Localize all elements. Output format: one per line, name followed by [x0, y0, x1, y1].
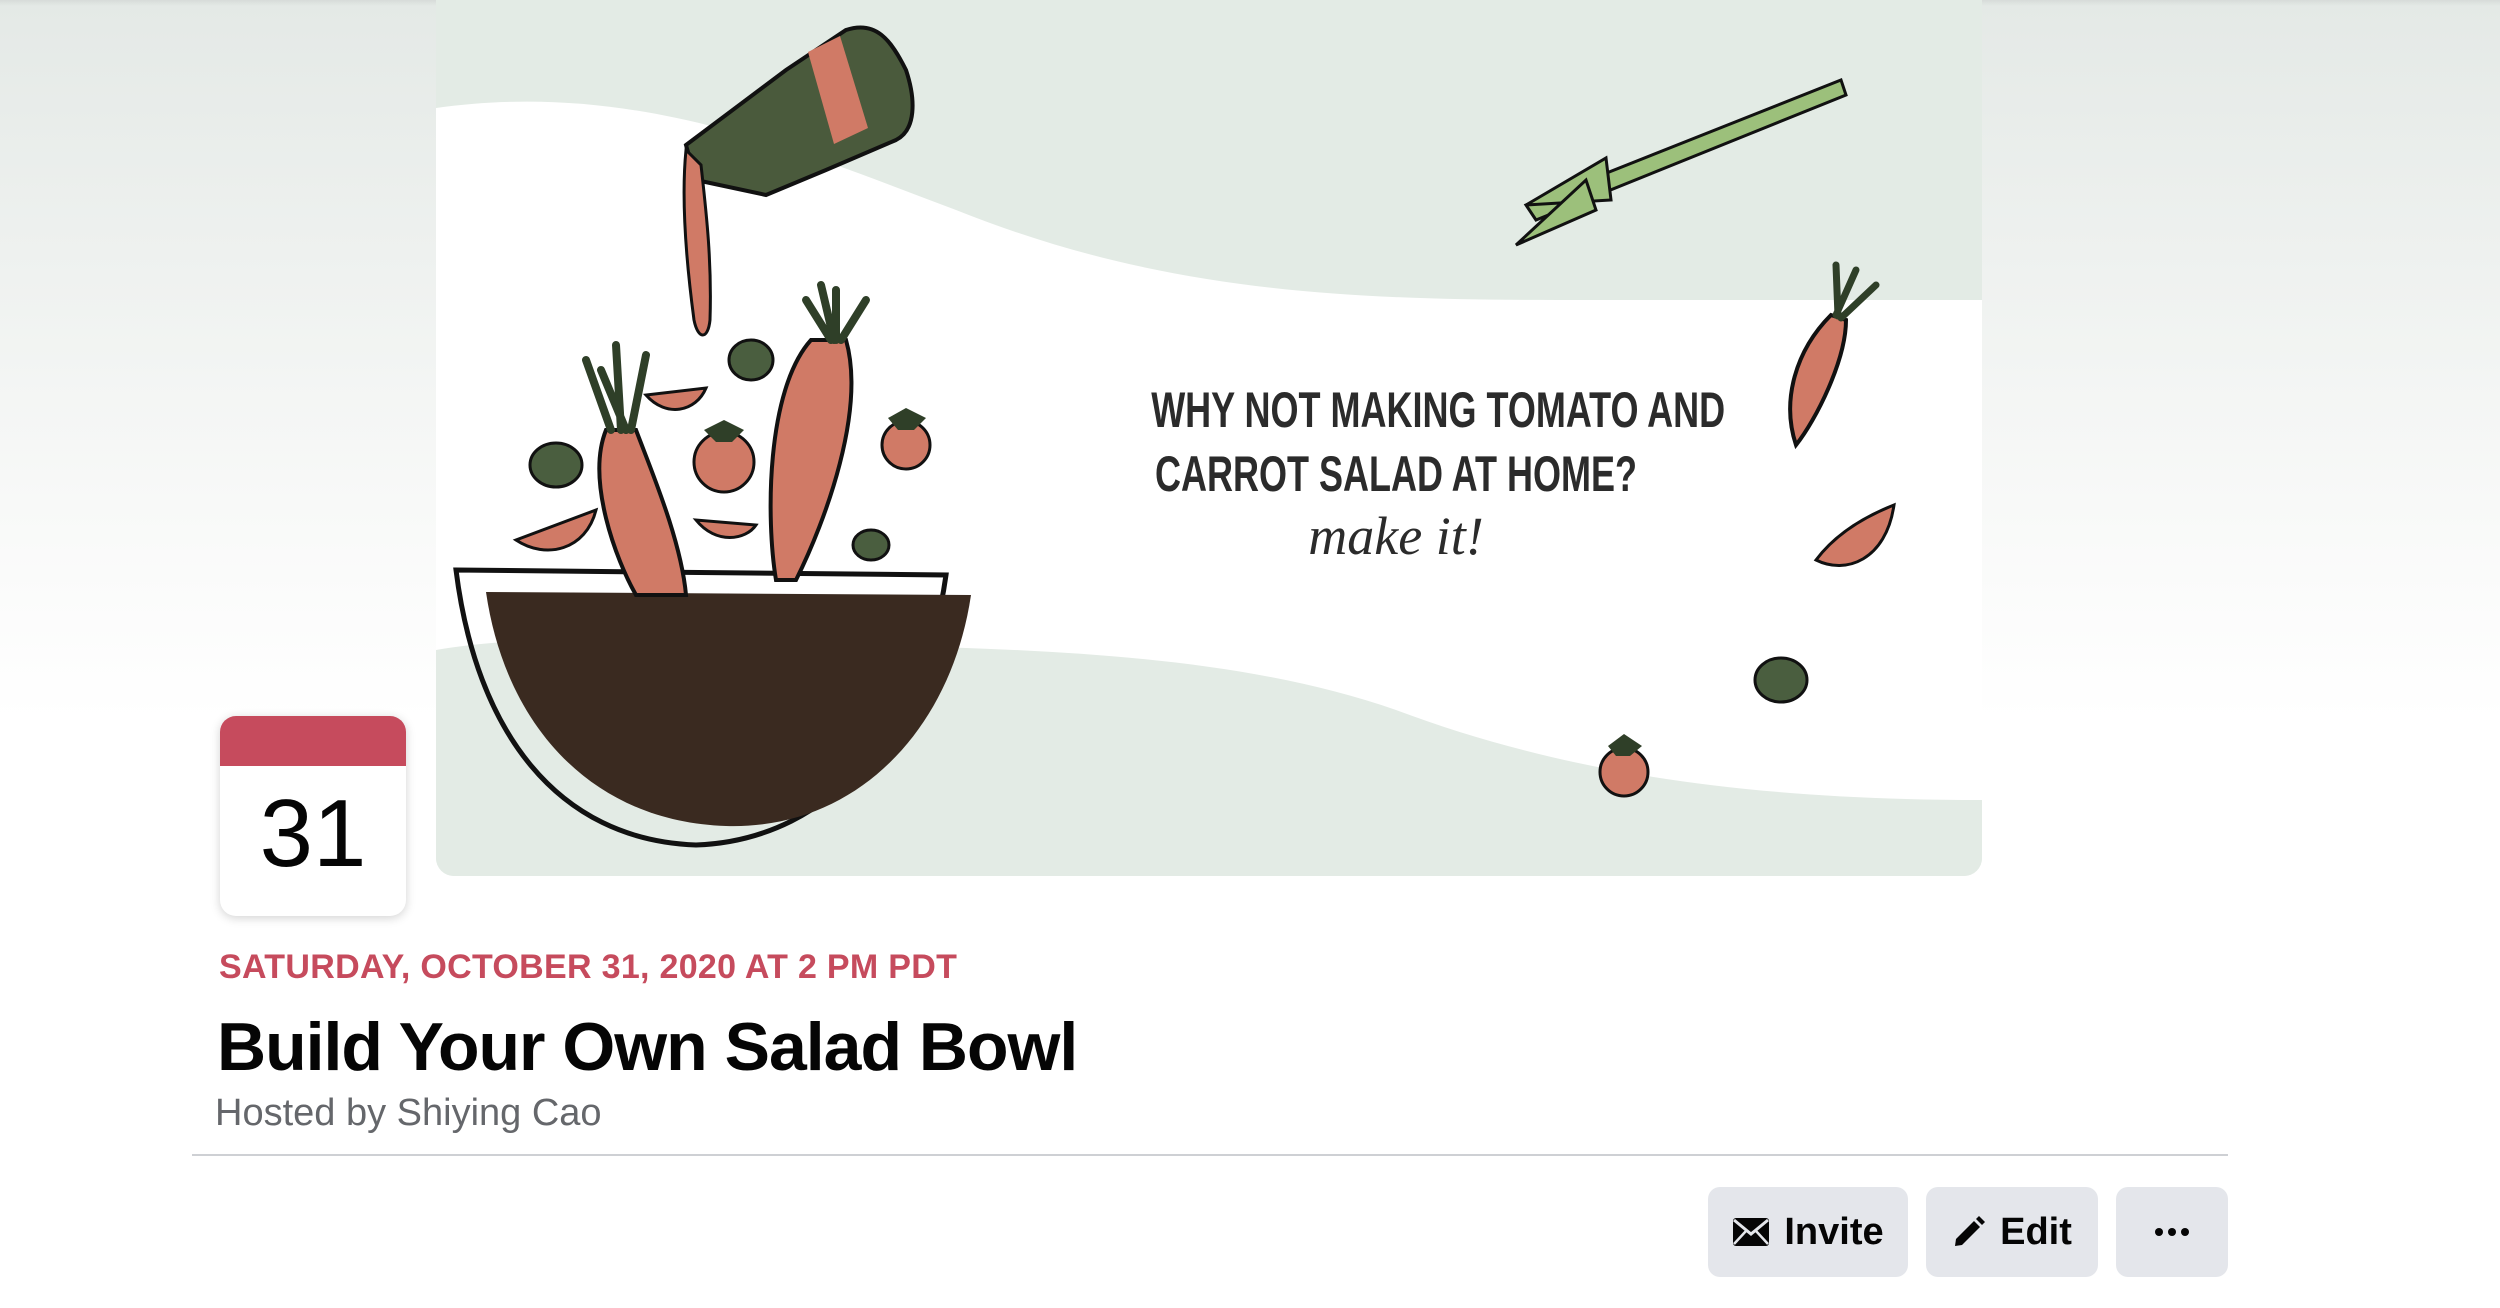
cover-headline-line-2: CARROT SALAD AT HOME?	[1155, 446, 1637, 502]
event-date-time: SATURDAY, OCTOBER 31, 2020 AT 2 PM PDT	[219, 948, 958, 986]
invite-button[interactable]: Invite	[1708, 1187, 1908, 1277]
event-host: Hosted by Shiying Cao	[215, 1092, 602, 1134]
cover-headline: WHY NOT MAKING TOMATO AND CARROT SALAD A…	[1056, 378, 1736, 566]
section-divider	[192, 1154, 2228, 1156]
invite-button-label: Invite	[1784, 1210, 1884, 1253]
event-title: Build Your Own Salad Bowl	[217, 1009, 1078, 1085]
cover-headline-line-3: make it!	[1308, 506, 1484, 566]
more-options-button[interactable]	[2116, 1187, 2228, 1277]
edit-button-label: Edit	[2000, 1210, 2072, 1253]
edit-button[interactable]: Edit	[1926, 1187, 2098, 1277]
event-cover-photo[interactable]: WHY NOT MAKING TOMATO AND CARROT SALAD A…	[436, 0, 1982, 876]
calendar-header	[220, 716, 406, 766]
ellipsis-icon	[2154, 1227, 2190, 1237]
pencil-icon	[1952, 1215, 1986, 1249]
calendar-day-number: 31	[259, 780, 367, 887]
cover-headline-line-1: WHY NOT MAKING TOMATO AND	[1151, 382, 1726, 438]
envelope-icon	[1732, 1217, 1770, 1247]
calendar-date-badge: 31	[220, 716, 406, 916]
